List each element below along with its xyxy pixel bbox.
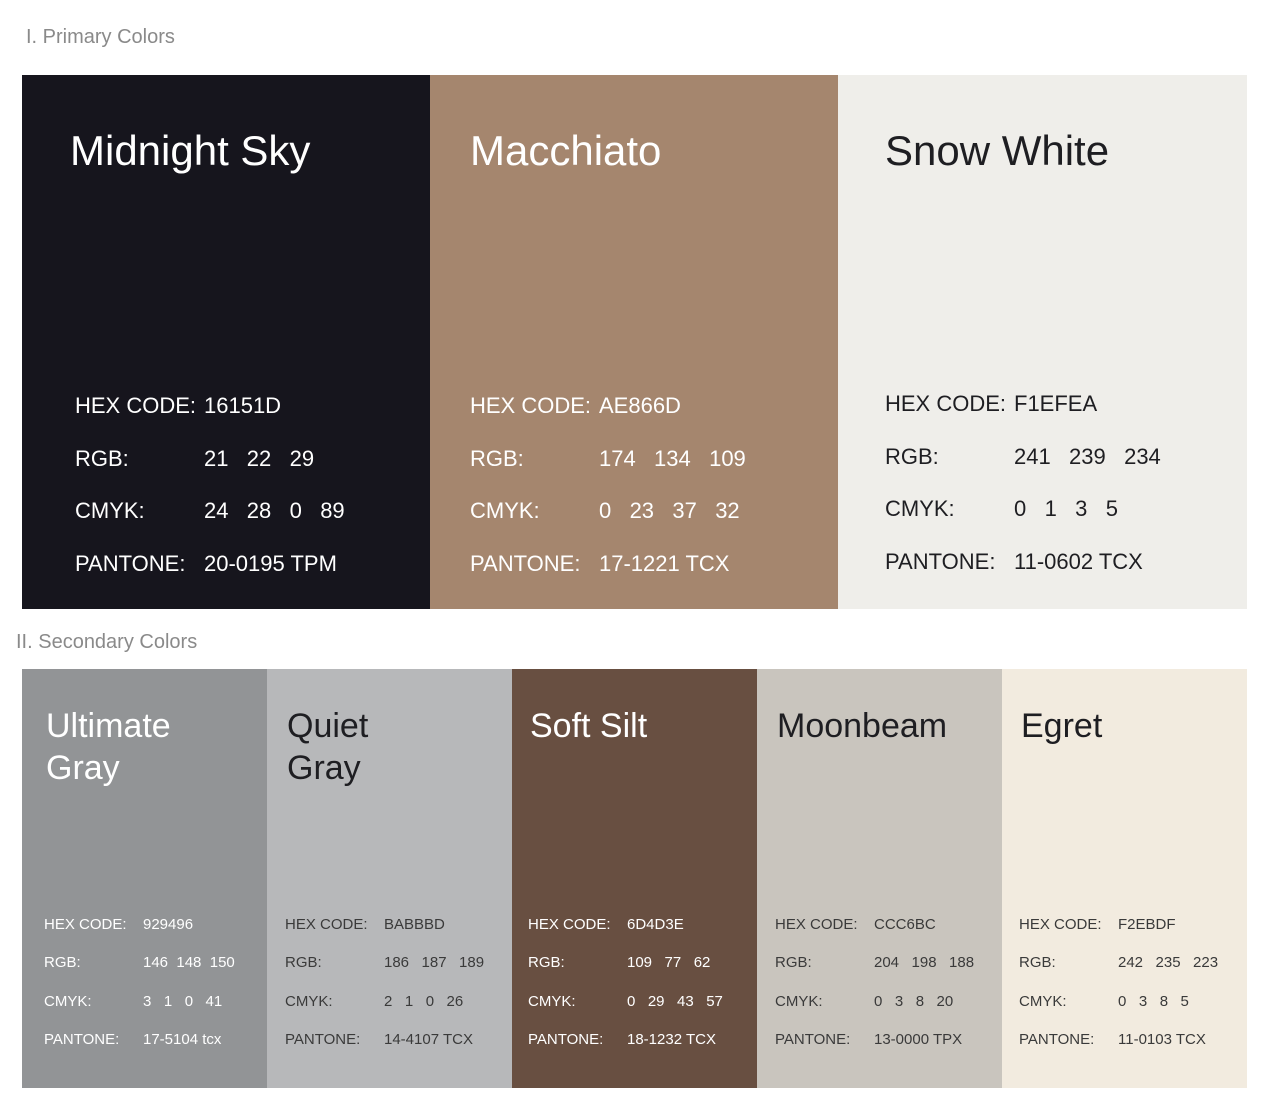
rgb-value: 242 235 223 <box>1118 954 1219 972</box>
swatch-snow-white: Snow White HEX CODE: F1EFEA RGB: 241 239 2… <box>838 75 1247 609</box>
swatch-name: Moonbeam <box>777 707 948 745</box>
swatch-specs: HEX CODE: F1EFEA RGB: 241 239 234 CMYK: 0 1… <box>885 378 1161 588</box>
pantone-value: 11-0103 TCX <box>1118 1031 1206 1049</box>
hex-value: F1EFEA <box>1014 391 1098 417</box>
pantone-label: PANTONE: <box>285 1031 361 1049</box>
swatch-soft-silt: Soft Silt HEX CODE: 6D4D3E RGB: 109 77 62 … <box>512 669 757 1088</box>
rgb-value: 174 134 109 <box>599 445 746 471</box>
rgb-label: RGB: <box>1019 954 1056 972</box>
cmyk-value: 0 29 43 57 <box>627 992 723 1010</box>
swatch-name: Snow White <box>885 127 1110 174</box>
cmyk-label: CMYK: <box>75 498 145 524</box>
cmyk-label: CMYK: <box>1019 992 1067 1010</box>
section-title-primary: I. Primary Colors <box>26 26 175 48</box>
pantone-label: PANTONE: <box>1019 1031 1095 1049</box>
cmyk-value: 0 3 8 20 <box>874 992 954 1010</box>
cmyk-value: 0 3 8 5 <box>1118 992 1189 1010</box>
pantone-value: 13-0000 TPX <box>874 1031 963 1049</box>
swatch-midnight-sky: Midnight Sky HEX CODE: 16151D RGB: 21 22 2… <box>22 75 430 609</box>
hex-label: HEX CODE: <box>775 915 858 933</box>
rgb-value: 146 148 150 <box>143 954 235 972</box>
rgb-value: 21 22 29 <box>204 445 315 471</box>
swatch-name: Soft Silt <box>530 707 648 745</box>
rgb-label: RGB: <box>885 443 939 469</box>
pantone-value: 18-1232 TCX <box>627 1031 716 1049</box>
hex-value: 6D4D3E <box>627 915 684 933</box>
rgb-label: RGB: <box>470 445 524 471</box>
pantone-value: 14-4107 TCX <box>384 1031 473 1049</box>
hex-label: HEX CODE: <box>1019 915 1102 933</box>
cmyk-label: CMYK: <box>285 992 333 1010</box>
swatch-specs: HEX CODE: CCC6BC RGB: 204 198 188 CMYK: 0 3… <box>775 905 974 1059</box>
swatch-macchiato: Macchiato HEX CODE: AE866D RGB: 174 134 10… <box>430 75 838 609</box>
cmyk-value: 0 1 3 5 <box>1014 496 1118 522</box>
rgb-label: RGB: <box>775 954 812 972</box>
cmyk-value: 2 1 0 26 <box>384 992 464 1010</box>
cmyk-label: CMYK: <box>775 992 823 1010</box>
pantone-label: PANTONE: <box>775 1031 851 1049</box>
swatch-egret: Egret HEX CODE: F2EBDF RGB: 242 235 223 CM… <box>1002 669 1247 1088</box>
cmyk-value: 3 1 0 41 <box>143 992 223 1010</box>
pantone-label: PANTONE: <box>885 548 996 574</box>
hex-label: HEX CODE: <box>470 393 592 419</box>
swatch-specs: HEX CODE: 6D4D3E RGB: 109 77 62 CMYK: 0 29 … <box>528 905 723 1059</box>
rgb-label: RGB: <box>285 954 322 972</box>
rgb-value: 204 198 188 <box>874 954 975 972</box>
swatch-name: Egret <box>1021 707 1103 745</box>
swatch-name: Quiet Gray <box>287 707 369 787</box>
swatch-moonbeam: Moonbeam HEX CODE: CCC6BC RGB: 204 198 188… <box>757 669 1002 1088</box>
swatch-quiet-gray: Quiet Gray HEX CODE: BABBBD RGB: 186 187 1… <box>267 669 512 1088</box>
swatch-specs: HEX CODE: AE866D RGB: 174 134 109 CMYK: 0 2… <box>470 380 746 590</box>
cmyk-label: CMYK: <box>528 992 576 1010</box>
cmyk-value: 24 28 0 89 <box>204 498 345 524</box>
swatch-specs: HEX CODE: 929496 RGB: 146 148 150 CMYK: 3 1… <box>44 905 235 1059</box>
hex-value: 929496 <box>143 915 194 933</box>
rgb-label: RGB: <box>528 954 565 972</box>
pantone-value: 11-0602 TCX <box>1014 548 1143 574</box>
pantone-value: 20-0195 TPM <box>204 550 337 576</box>
hex-label: HEX CODE: <box>44 915 127 933</box>
hex-value: AE866D <box>599 393 681 419</box>
hex-value: F2EBDF <box>1118 915 1176 933</box>
hex-value: CCC6BC <box>874 915 936 933</box>
rgb-label: RGB: <box>44 954 81 972</box>
section-title-secondary: II. Secondary Colors <box>16 631 198 653</box>
cmyk-label: CMYK: <box>885 496 955 522</box>
hex-label: HEX CODE: <box>75 393 197 419</box>
hex-label: HEX CODE: <box>885 391 1007 417</box>
pantone-label: PANTONE: <box>528 1031 604 1049</box>
hex-label: HEX CODE: <box>285 915 368 933</box>
pantone-value: 17-1221 TCX <box>599 550 730 576</box>
rgb-value: 241 239 234 <box>1014 443 1161 469</box>
primary-colors-row: Midnight Sky HEX CODE: 16151D RGB: 21 22 2… <box>22 75 1247 609</box>
swatch-ultimate-gray: Ultimate Gray HEX CODE: 929496 RGB: 146 14… <box>22 669 267 1088</box>
hex-value: BABBBD <box>384 915 445 933</box>
cmyk-value: 0 23 37 32 <box>599 498 740 524</box>
secondary-colors-row: Ultimate Gray HEX CODE: 929496 RGB: 146 14… <box>22 669 1247 1088</box>
rgb-value: 186 187 189 <box>384 954 485 972</box>
pantone-value: 17-5104 tcx <box>143 1031 222 1049</box>
rgb-label: RGB: <box>75 445 129 471</box>
swatch-specs: HEX CODE: 16151D RGB: 21 22 29 CMYK: 24 28 … <box>75 380 345 590</box>
hex-value: 16151D <box>204 393 282 419</box>
pantone-label: PANTONE: <box>44 1031 120 1049</box>
swatch-name: Ultimate Gray <box>46 707 171 787</box>
pantone-label: PANTONE: <box>75 550 186 576</box>
cmyk-label: CMYK: <box>470 498 540 524</box>
cmyk-label: CMYK: <box>44 992 92 1010</box>
swatch-specs: HEX CODE: BABBBD RGB: 186 187 189 CMYK: 2 1… <box>285 905 484 1059</box>
swatch-specs: HEX CODE: F2EBDF RGB: 242 235 223 CMYK: 0 3… <box>1019 905 1218 1059</box>
pantone-label: PANTONE: <box>470 550 581 576</box>
rgb-value: 109 77 62 <box>627 954 711 972</box>
swatch-name: Midnight Sky <box>70 127 311 174</box>
swatch-name: Macchiato <box>470 127 662 174</box>
hex-label: HEX CODE: <box>528 915 611 933</box>
